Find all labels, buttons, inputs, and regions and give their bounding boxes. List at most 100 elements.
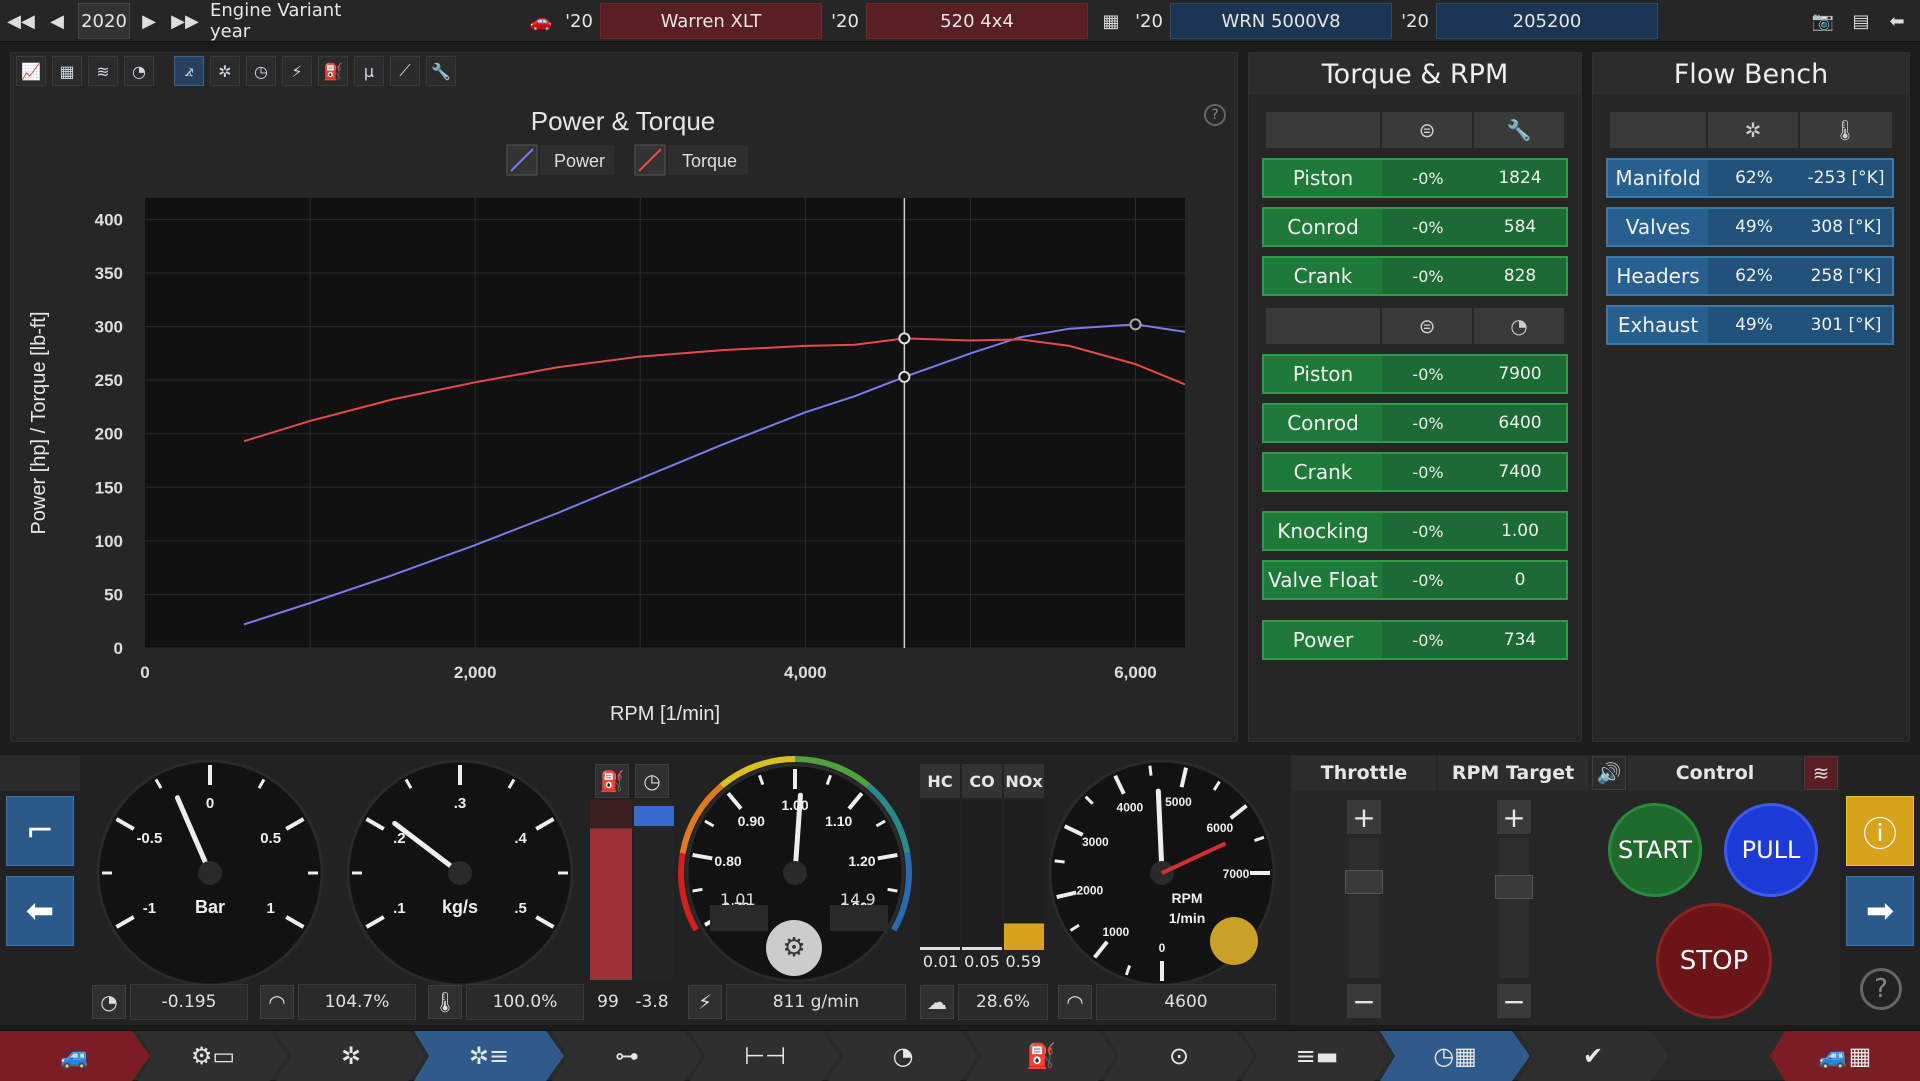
rpm-handle[interactable] [1495, 875, 1533, 900]
calculator-icon[interactable]: ▤ [1844, 3, 1878, 39]
nav-tune-icon[interactable]: ≡▬ [1242, 1031, 1392, 1081]
prev-page-button[interactable]: ⬅ [6, 876, 74, 946]
cursor-point-torque [898, 332, 911, 345]
torque-header: ⊜ 🔧 [1266, 112, 1564, 148]
rpm-row-crank: Crank -0% 7400 [1262, 452, 1568, 492]
emission-bar-fill [920, 947, 960, 950]
gauge-tick [1054, 859, 1065, 864]
boost-readout: -0.195 [130, 984, 248, 1020]
prev-icon[interactable]: ◀ [40, 3, 74, 39]
fuel-bar-right-track [634, 800, 674, 980]
nav-car-icon[interactable]: 🚙 [0, 1031, 150, 1081]
help-button[interactable]: ? [1860, 968, 1902, 1010]
variant-label: Engine Variant year [210, 0, 342, 42]
flow-row-valves: Valves 49% 308 [°K] [1606, 207, 1894, 247]
nav-block-icon[interactable]: ✲ [276, 1031, 426, 1081]
grid-icon[interactable]: ▦ [52, 56, 82, 86]
torque-wrench-icon: 🔧 [1472, 112, 1564, 148]
trim-field[interactable]: 520 4x4 [866, 3, 1088, 39]
nav-fuel-icon[interactable]: ⛽ [966, 1031, 1116, 1081]
next-icon[interactable]: ▶ [132, 3, 166, 39]
gauge-tick-label: .1 [393, 900, 406, 917]
variant-field[interactable]: 205200 [1436, 3, 1658, 39]
throttle-handle[interactable] [1345, 870, 1383, 895]
rpm-header: ⊜ ◔ [1266, 308, 1564, 344]
engine-icon-button[interactable]: ⚙ [766, 920, 822, 976]
cam-icon[interactable]: ⟋ [390, 56, 420, 86]
gauge-tick-label: 0 [206, 795, 214, 812]
throttle-minus[interactable]: − [1347, 984, 1381, 1018]
emission-values: 0.01 0.05 0.59 [920, 952, 1044, 976]
rpm-plus[interactable]: + [1497, 800, 1531, 834]
gauge-tick-label: 1000 [1103, 925, 1130, 939]
nav-engine-family-icon[interactable]: ⚙▭ [138, 1031, 288, 1081]
afr-value: 14.9 [840, 890, 876, 909]
start-button[interactable]: START [1608, 803, 1702, 897]
engine-field[interactable]: WRN 5000V8 [1170, 3, 1392, 39]
nav-aspiration-icon[interactable]: ◔ [828, 1031, 978, 1081]
gauge-tick-label: 7000 [1223, 867, 1250, 881]
sound-icon[interactable]: 🔊 [1592, 756, 1626, 790]
gauge-tick-label: 1.00 [781, 797, 808, 813]
y-tick-label: 0 [114, 639, 123, 658]
spark-icon[interactable]: ⚡ [282, 56, 312, 86]
model-field[interactable]: Warren XLT [600, 3, 822, 39]
y-tick-label: 300 [95, 318, 123, 337]
next-page-button[interactable]: ➡ [1846, 876, 1914, 946]
graph-icon[interactable]: 📈 [16, 56, 46, 86]
chart-title: Power & Torque [531, 106, 716, 136]
rpm-target-header: RPM Target [1438, 755, 1588, 791]
cloud-icon: ☁ [920, 985, 954, 1019]
turbo-icon[interactable]: ◔ [124, 56, 154, 86]
gauge-tick-label: 1.10 [825, 813, 852, 829]
nav-variant-icon[interactable]: ✲≡ [414, 1031, 564, 1081]
camera-icon[interactable]: 📷 [1806, 3, 1840, 39]
power-peak-point [1129, 318, 1142, 331]
engine-control-icon[interactable]: ≋ [1804, 756, 1838, 790]
emission-bar-fill [1004, 923, 1044, 950]
fuel-icon[interactable]: ⛽ [318, 56, 348, 86]
intake-icon[interactable]: ≋ [88, 56, 118, 86]
fast-forward-icon[interactable]: ▶▶ [168, 3, 202, 39]
throttle-plus[interactable]: + [1347, 800, 1381, 834]
mu-icon[interactable]: μ [354, 56, 384, 86]
gauge-tick [692, 887, 703, 893]
rpm-track[interactable] [1495, 838, 1533, 978]
axes-icon[interactable]: ⦨ [174, 56, 204, 86]
throttle-track[interactable] [1345, 838, 1383, 978]
nav-car-design-icon[interactable]: 🚙▦ [1770, 1031, 1920, 1081]
year-field[interactable]: 2020 [78, 3, 130, 39]
efficiency-readout: 28.6% [958, 984, 1048, 1020]
nav-top-end-icon[interactable]: ⊢⊣ [690, 1031, 840, 1081]
gauge-unit: kg/s [442, 897, 478, 917]
y-tick-label: 150 [95, 478, 123, 497]
rewind-icon[interactable]: ◀◀ [4, 3, 38, 39]
rpm-row-piston: Piston -0% 7900 [1262, 354, 1568, 394]
stop-button[interactable]: STOP [1656, 903, 1772, 1019]
gauge-tick-label: 6000 [1207, 821, 1234, 835]
gauge-tick-label: 0.5 [260, 830, 281, 847]
fuel-bar-right-fill [634, 806, 674, 826]
back-icon[interactable]: ⬅ [1880, 3, 1914, 39]
nav-finish-icon[interactable]: ✔ [1518, 1031, 1668, 1081]
engine-block-icon[interactable]: ✲ [210, 56, 240, 86]
pull-button[interactable]: PULL [1724, 803, 1818, 897]
gauge-icon: ◠ [260, 985, 294, 1019]
car-icon: 🚗 [529, 10, 553, 32]
rpm-minus[interactable]: − [1497, 984, 1531, 1018]
warning-icon[interactable]: ⓘ [1846, 796, 1914, 866]
gauge-tick-label: 5000 [1165, 795, 1192, 809]
gauge-tick [1148, 765, 1153, 776]
wrench-icon[interactable]: 🔧 [426, 56, 456, 86]
nav-bottom-end-icon[interactable]: ⊶ [552, 1031, 702, 1081]
graph-mode-icon[interactable]: ⌐ [6, 796, 74, 866]
gauge-tick-label: .3 [454, 795, 467, 812]
rpm-icon: ◠ [1058, 985, 1092, 1019]
stopwatch-icon[interactable]: ◷ [246, 56, 276, 86]
temperature-icon: 🌡 [428, 985, 462, 1019]
x-tick-label: 6,000 [1114, 663, 1157, 682]
co-value: 0.05 [964, 952, 1000, 971]
mic-icon[interactable] [1210, 917, 1258, 965]
nav-dyno-icon[interactable]: ◷▦ [1380, 1031, 1530, 1081]
nav-exhaust-icon[interactable]: ⊙ [1104, 1031, 1254, 1081]
